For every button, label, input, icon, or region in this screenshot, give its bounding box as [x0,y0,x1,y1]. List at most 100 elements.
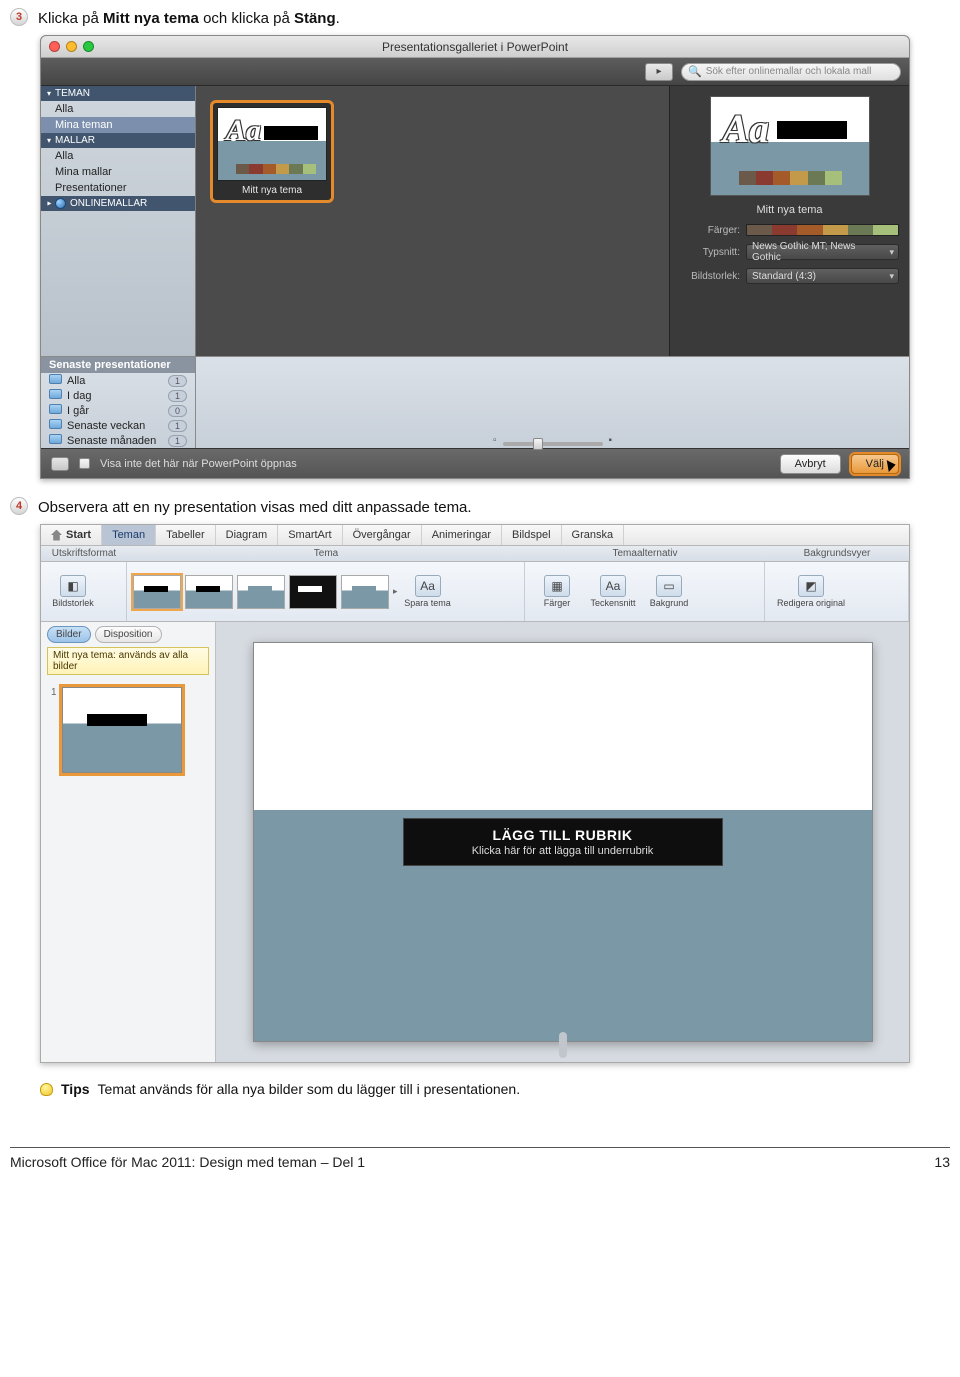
recent-item-3-count: 1 [168,420,187,432]
tab-start-label: Start [66,529,91,541]
sidebar-item-onlinemallar: ONLINEMALLAR [70,198,147,209]
step-3-text: Klicka på Mitt nya tema och klicka på St… [38,8,340,29]
tab-diagram[interactable]: Diagram [216,525,279,545]
recent-item-1[interactable]: I dag 1 [41,388,195,403]
bildstorlek-label: Bildstorlek [52,598,94,608]
cursor-icon [887,458,902,476]
farger-button[interactable]: ▦Färger [531,575,583,608]
teckensnitt-button[interactable]: AaTeckensnitt [587,575,639,608]
slide-panel: Bilder Disposition Mitt nya tema: använd… [41,622,216,1062]
tab-overgangar[interactable]: Övergångar [343,525,422,545]
theme-option-2[interactable] [185,575,233,609]
theme-card-selected[interactable]: Aa Mitt nya tema [210,100,334,203]
preview-title-bar [777,121,847,139]
theme-gallery-more[interactable]: ▸ [393,586,398,597]
title-text: LÄGG TILL RUBRIK [414,827,712,843]
sidebar-item-mallar-alla[interactable]: Alla [41,148,195,164]
tab-animeringar[interactable]: Animeringar [422,525,502,545]
sidebar-hdr-mallar-label: MALLAR [55,135,95,146]
recent-list: Senaste presentationer Alla1 I dag1 I gå… [41,357,196,448]
tab-disposition[interactable]: Disposition [95,626,162,643]
step-3-pre: Klicka på [38,10,103,27]
theme-option-selected[interactable] [133,575,181,609]
theme-card-label: Mitt nya tema [217,181,327,196]
tab-tabeller[interactable]: Tabeller [156,525,216,545]
choose-button[interactable]: Välj [851,454,899,474]
sidebar-item-teman-alla[interactable]: Alla [41,101,195,117]
footer-square-button[interactable] [51,457,69,471]
folder-icon [49,434,62,444]
sidebar-hdr-mallar[interactable]: ▾MALLAR [41,133,195,148]
slideshow-button[interactable]: ▸ [645,63,673,81]
recent-item-3-label: Senaste veckan [67,420,145,432]
tips-row: Tips Temat används för alla nya bilder s… [40,1081,950,1097]
recent-item-1-label: I dag [67,390,91,402]
recent-item-0[interactable]: Alla1 [41,373,195,388]
theme-option-5[interactable] [341,575,389,609]
spara-tema-button[interactable]: Aa Spara tema [402,575,454,608]
slide-canvas[interactable]: LÄGG TILL RUBRIK Klicka här för att lägg… [253,642,873,1042]
redigera-original-button[interactable]: ◩Redigera original [771,575,851,608]
tips-label: Tips [61,1081,90,1097]
sidebar-hdr-online[interactable]: ▾ ONLINEMALLAR [41,196,195,211]
dont-show-checkbox[interactable] [79,458,90,469]
recent-item-0-count: 1 [168,375,187,387]
step-4-text: Observera att en ny presentation visas m… [38,497,472,518]
step-3-b2: Stäng [294,10,336,27]
gallery-toolbar: ▸ 🔍 Sök efter onlinemallar och lokala ma… [41,58,909,86]
window-title: Presentationsgalleriet i PowerPoint [41,40,909,54]
search-input[interactable]: 🔍 Sök efter onlinemallar och lokala mall [681,63,901,81]
bildstorlek-button[interactable]: ◧ Bildstorlek [47,575,99,608]
step-4-badge: 4 [10,497,28,515]
folder-icon [49,419,62,429]
recent-item-2[interactable]: I går0 [41,403,195,418]
sidebar-hdr-teman-label: TEMAN [55,88,90,99]
theme-aa-icon: Aa [226,114,261,148]
theme-option-3[interactable] [237,575,285,609]
tab-start[interactable]: Start [41,525,102,545]
zoom-slider[interactable] [503,442,603,446]
recent-item-4[interactable]: Senaste månaden1 [41,433,195,448]
resize-handle-icon[interactable] [559,1032,567,1058]
tab-bildspel[interactable]: Bildspel [502,525,562,545]
colors-dropdown[interactable] [746,224,899,236]
panel-tabs: Bilder Disposition [41,622,215,647]
recent-item-1-count: 1 [168,390,187,402]
slide-thumbnail[interactable] [62,687,182,773]
zoom-slider-thumb[interactable] [533,438,543,450]
theme-option-4[interactable] [289,575,337,609]
tab-bilder[interactable]: Bilder [47,626,91,643]
step-4: 4 Observera att en ny presentation visas… [10,497,950,518]
prop-size: Bildstorlek: Standard (4:3) [680,268,899,284]
recent-item-2-label: I går [67,405,89,417]
font-dropdown[interactable]: News Gothic MT; News Gothic [746,244,899,260]
cancel-button[interactable]: Avbryt [780,454,841,474]
tab-smartart[interactable]: SmartArt [278,525,342,545]
preview-swatches [739,171,843,185]
tab-teman[interactable]: Teman [102,525,156,545]
tab-granska[interactable]: Granska [562,525,625,545]
sidebar-item-mina-teman[interactable]: Mina teman [41,117,195,133]
search-icon: 🔍 [688,65,702,78]
group-tema-gallery: ▸ Aa Spara tema [127,562,525,621]
globe-icon [55,198,66,209]
bakgrund-button[interactable]: ▭Bakgrund [643,575,695,608]
title-placeholder[interactable]: LÄGG TILL RUBRIK Klicka här för att lägg… [403,818,723,866]
step-3-badge: 3 [10,8,28,26]
preview-aa-icon: Aa [723,105,770,152]
folder-icon [49,404,62,414]
cancel-button-label: Avbryt [795,458,826,470]
sidebar-item-mina-mallar[interactable]: Mina mallar [41,164,195,180]
size-dropdown[interactable]: Standard (4:3) [746,268,899,284]
prop-size-label: Bildstorlek: [680,271,740,282]
recent-item-4-count: 1 [168,435,187,447]
gallery-footer: Visa inte det här när PowerPoint öppnas … [41,448,909,478]
spara-tema-label: Spara tema [404,598,451,608]
sidebar-hdr-teman[interactable]: ▾TEMAN [41,86,195,101]
sidebar-item-presentationer[interactable]: Presentationer [41,180,195,196]
folder-icon [49,374,62,384]
slide-thumb-wrap[interactable]: 1 [41,681,215,779]
recent-item-3[interactable]: Senaste veckan 1 [41,418,195,433]
slide-edit-area[interactable]: LÄGG TILL RUBRIK Klicka här för att lägg… [216,622,909,1062]
bakgrund-label: Bakgrund [650,598,689,608]
